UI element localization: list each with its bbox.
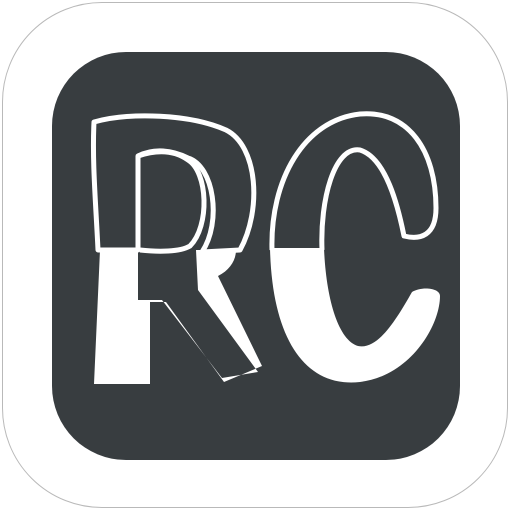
letter-r-counter-outline [137, 149, 207, 254]
logo-letter-c [269, 111, 440, 383]
letter-r-lower-fill [94, 250, 262, 384]
rc-logo [90, 111, 440, 384]
letter-c-lower-fill [270, 248, 440, 383]
logo-letter-r [90, 113, 262, 384]
app-icon[interactable] [0, 0, 512, 512]
letter-c-upper-outline [269, 111, 439, 251]
letter-r-upper-outline [90, 113, 257, 255]
